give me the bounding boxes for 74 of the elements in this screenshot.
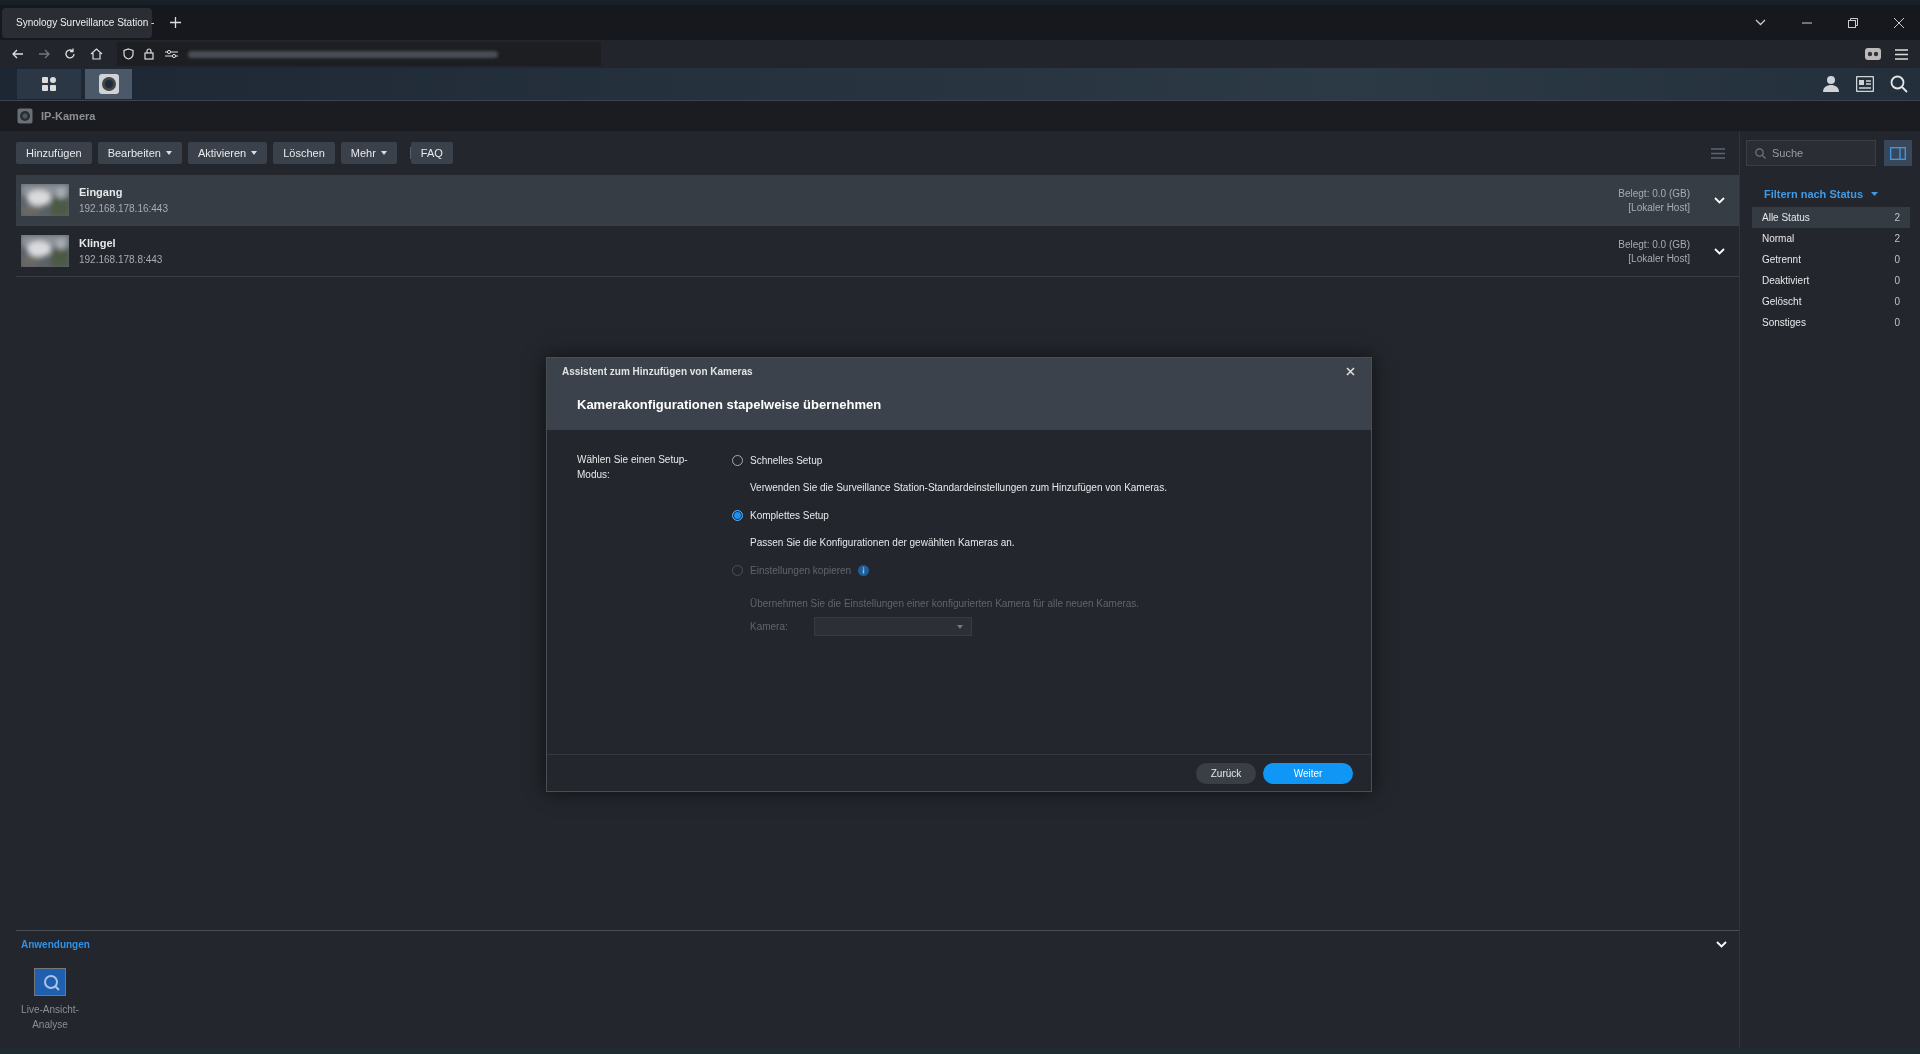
widgets-icon[interactable] <box>1856 76 1874 92</box>
grid-icon <box>42 77 56 91</box>
extension-icon[interactable] <box>1865 48 1881 60</box>
close-icon[interactable] <box>1894 17 1904 28</box>
host-label: [Lokaler Host] <box>1628 201 1690 213</box>
storage-usage: Belegt: 0.0 (GB) <box>1618 187 1690 199</box>
camera-address: 192.168.178.16:443 <box>79 203 168 214</box>
app-label[interactable]: Live-Ansicht-Analyse <box>19 1002 81 1032</box>
host-label: [Lokaler Host] <box>1628 252 1690 264</box>
restore-icon[interactable] <box>1848 17 1858 28</box>
filter-item[interactable]: Normal 2 <box>1752 228 1910 249</box>
side-panel-icon <box>1890 146 1906 160</box>
list-view-icon[interactable] <box>1711 147 1725 159</box>
minimize-icon[interactable] <box>1802 21 1812 24</box>
camera-lens-icon <box>17 108 33 124</box>
field-label: Kamera: <box>750 621 788 632</box>
toolbar-button[interactable]: FAQ <box>410 142 453 164</box>
section-title: Anwendungen <box>21 939 90 950</box>
dialog-heading: Kamerakonfigurationen stapelweise übernehmen <box>577 397 883 412</box>
camera-address: 192.168.178.8:443 <box>79 254 163 265</box>
camera-name: Eingang <box>79 186 124 198</box>
search-field[interactable]: Suche <box>1746 140 1876 166</box>
filter-item[interactable]: Alle Status 2 <box>1752 207 1910 228</box>
close-icon[interactable] <box>1346 367 1355 376</box>
lock-icon <box>144 48 155 60</box>
magnifier-app-icon[interactable] <box>34 968 66 996</box>
option-label[interactable]: Komplettes Setup <box>750 509 829 521</box>
option-label[interactable]: Schnelles Setup <box>750 454 823 466</box>
back-icon[interactable] <box>12 48 24 60</box>
field-label: Wählen Sie einen Setup-Modus: <box>577 453 689 482</box>
user-icon[interactable] <box>1822 75 1840 93</box>
camera-lens-icon <box>97 73 120 95</box>
toolbar-button[interactable]: Mehr <box>340 142 397 164</box>
browser-tab[interactable]: Synology Surveillance Station - <box>2 7 152 38</box>
toolbar-button[interactable]: Bearbeiten <box>97 142 182 164</box>
chevron-down-icon[interactable] <box>1755 19 1766 26</box>
reload-icon[interactable] <box>64 48 76 60</box>
camera-row[interactable]: Klingel 192.168.178.8:443 Belegt: 0.0 (GB) [Lokaler Host] <box>16 226 1739 277</box>
back-button[interactable]: Zurück <box>1196 762 1256 784</box>
toolbar-button[interactable]: Hinzufügen <box>16 142 92 164</box>
filter-item[interactable]: Getrennt 0 <box>1752 249 1910 270</box>
camera-row[interactable]: Eingang 192.168.178.16:443 Belegt: 0.0 (GB) [Lokaler Host] <box>16 175 1739 226</box>
search-input[interactable]: Suche <box>1772 147 1862 159</box>
search-icon[interactable] <box>1890 75 1908 93</box>
caret-icon <box>251 151 258 155</box>
taskbar-app-button[interactable] <box>85 69 132 99</box>
tab-title: Synology Surveillance Station - <box>16 17 155 28</box>
camera-name: Klingel <box>79 237 117 249</box>
caret-icon[interactable] <box>1871 192 1879 196</box>
panel-toggle-button[interactable] <box>1884 140 1912 166</box>
storage-usage: Belegt: 0.0 (GB) <box>1618 238 1690 250</box>
caret-icon <box>380 151 387 155</box>
window-title: IP-Kamera <box>41 110 96 122</box>
option-description: Übernehmen Sie die Einstellungen einer konfigurierten Kamera für alle neuen Kameras. <box>750 598 1141 609</box>
caret-icon <box>956 624 963 629</box>
option-description: Passen Sie die Konfigurationen der gewählten Kameras an. <box>750 537 1016 548</box>
toolbar-button[interactable]: Aktivieren <box>187 142 268 164</box>
dialog-title: Assistent zum Hinzufügen von Kameras <box>562 366 753 377</box>
filter-title[interactable]: Filtern nach Status <box>1764 188 1864 200</box>
home-icon[interactable] <box>90 48 103 60</box>
caret-icon <box>165 151 172 155</box>
menu-icon[interactable] <box>1895 48 1908 60</box>
new-tab-icon[interactable] <box>170 17 181 28</box>
filter-item[interactable]: Deaktiviert 0 <box>1752 270 1910 291</box>
option-description: Verwenden Sie die Surveillance Station-Standardeinstellungen zum Hinzufügen von Kameras. <box>750 482 1167 493</box>
filter-item[interactable]: Sonstiges 0 <box>1752 312 1910 333</box>
radio-button[interactable] <box>732 509 743 521</box>
permissions-icon <box>165 49 178 59</box>
toolbar-button[interactable]: Löschen <box>273 142 335 164</box>
filter-item[interactable]: Gelöscht 0 <box>1752 291 1910 312</box>
shield-icon <box>123 48 134 60</box>
main-menu-button[interactable] <box>17 69 81 99</box>
search-icon <box>1755 147 1766 159</box>
forward-icon[interactable] <box>38 48 50 60</box>
